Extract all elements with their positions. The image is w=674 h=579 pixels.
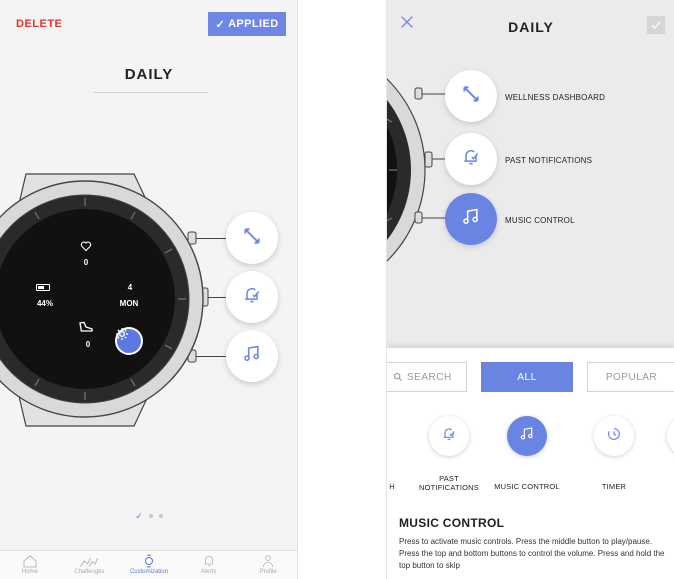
wellness-dashboard-slot[interactable] xyxy=(445,70,497,122)
check-icon: ✓ xyxy=(135,511,143,521)
music-note-icon xyxy=(461,207,481,232)
music-control-slot[interactable] xyxy=(445,193,497,245)
steps-value: 0 xyxy=(85,340,91,349)
carousel-label: H xyxy=(389,482,395,491)
search-placeholder: SEARCH xyxy=(407,371,452,383)
nav-label: Alerts xyxy=(200,569,217,575)
check-icon: ✓ xyxy=(215,18,226,31)
battery-value: 44% xyxy=(36,299,53,308)
check-icon xyxy=(651,21,661,29)
heart-rate-value: 0 xyxy=(83,258,89,267)
customize-complication-button[interactable] xyxy=(115,327,143,355)
tab-all[interactable]: ALL xyxy=(481,362,573,392)
bell-icon xyxy=(203,555,213,567)
delete-button[interactable]: DELETE xyxy=(16,18,62,30)
button-assignment-screen: DAILY WELLNESS DASHBOARD PAST NOTIFICATI… xyxy=(386,0,674,579)
wellness-dashboard-button[interactable] xyxy=(226,212,278,264)
date-number: 4 xyxy=(127,283,133,292)
nav-alerts[interactable]: Alerts xyxy=(179,551,239,579)
bell-check-icon xyxy=(461,147,481,172)
heart-icon xyxy=(80,240,92,252)
carousel-item-timer[interactable] xyxy=(594,416,634,456)
screen-title: DAILY xyxy=(508,19,554,35)
nav-label: Home xyxy=(21,569,38,575)
slot-label: WELLNESS DASHBOARD xyxy=(505,93,606,102)
past-notifications-button[interactable] xyxy=(226,271,278,323)
function-carousel: H PAST NOTIFICATIONS MUSIC CONTROL TIMER xyxy=(387,416,674,496)
tab-popular[interactable]: POPULAR xyxy=(587,362,674,392)
carousel-item-music-control[interactable] xyxy=(507,416,547,456)
runners-icon xyxy=(80,557,99,567)
bell-check-icon xyxy=(242,285,262,310)
home-icon xyxy=(23,554,37,568)
bottom-nav: Home Challenges Customization Alerts Pro… xyxy=(0,550,297,579)
date-day: MON xyxy=(119,299,139,308)
watch-icon xyxy=(144,554,154,568)
slot-label: PAST NOTIFICATIONS xyxy=(505,156,593,165)
function-picker-sheet: SEARCH ALL POPULAR H PAST NOTIFICATIONS xyxy=(387,348,674,579)
battery-icon xyxy=(36,284,50,291)
nav-customization[interactable]: Customization xyxy=(119,551,179,579)
past-notifications-slot[interactable] xyxy=(445,133,497,185)
person-icon xyxy=(263,555,274,567)
applied-label: APPLIED xyxy=(228,18,279,30)
nav-home[interactable]: Home xyxy=(0,551,60,579)
expand-arrows-icon xyxy=(461,84,481,109)
shoe-icon xyxy=(78,320,94,334)
connector-line xyxy=(196,238,228,239)
confirm-button[interactable] xyxy=(647,16,665,34)
slot-label: MUSIC CONTROL xyxy=(505,216,575,225)
nav-challenges[interactable]: Challenges xyxy=(60,551,120,579)
filter-row: SEARCH ALL POPULAR xyxy=(387,362,674,392)
carousel-label: TIMER xyxy=(601,482,627,491)
nav-profile[interactable]: Profile xyxy=(238,551,297,579)
screenshot-pair: DELETE ✓ APPLIED DAILY 0 44% 4 MON 0 ✓ H… xyxy=(0,0,674,579)
description-title: MUSIC CONTROL xyxy=(399,516,505,530)
timer-icon xyxy=(606,426,622,447)
connector-line xyxy=(208,297,228,298)
carousel-label: MUSIC CONTROL xyxy=(494,482,560,491)
watch-face-screen: DELETE ✓ APPLIED DAILY 0 44% 4 MON 0 ✓ H… xyxy=(0,0,298,579)
search-icon xyxy=(393,372,403,382)
description-body: Press to activate music controls. Press … xyxy=(399,537,665,570)
bell-check-icon xyxy=(441,426,457,447)
watch-edge-illustration xyxy=(387,78,445,262)
applied-button[interactable]: ✓ APPLIED xyxy=(208,12,286,36)
nav-label: Profile xyxy=(259,569,277,575)
page-dot[interactable] xyxy=(148,514,153,518)
gear-icon xyxy=(116,328,141,353)
carousel-label: PAST NOTIFICATIONS xyxy=(419,474,479,492)
search-input[interactable]: SEARCH xyxy=(387,362,467,392)
carousel-item-past-notifications[interactable] xyxy=(429,416,469,456)
carousel-item-partial[interactable] xyxy=(667,416,674,456)
connector-line xyxy=(196,356,228,357)
page-indicator: ✓ xyxy=(0,511,297,521)
title-divider xyxy=(94,92,208,93)
watch-face-title: DAILY xyxy=(124,66,174,83)
music-note-icon xyxy=(519,426,535,447)
music-control-button[interactable] xyxy=(226,330,278,382)
nav-label: Customization xyxy=(129,569,168,575)
expand-arrows-icon xyxy=(242,226,262,251)
nav-label: Challenges xyxy=(74,569,105,575)
page-dot[interactable] xyxy=(158,514,163,518)
music-note-icon xyxy=(242,344,262,369)
header: DELETE ✓ APPLIED xyxy=(0,0,297,48)
